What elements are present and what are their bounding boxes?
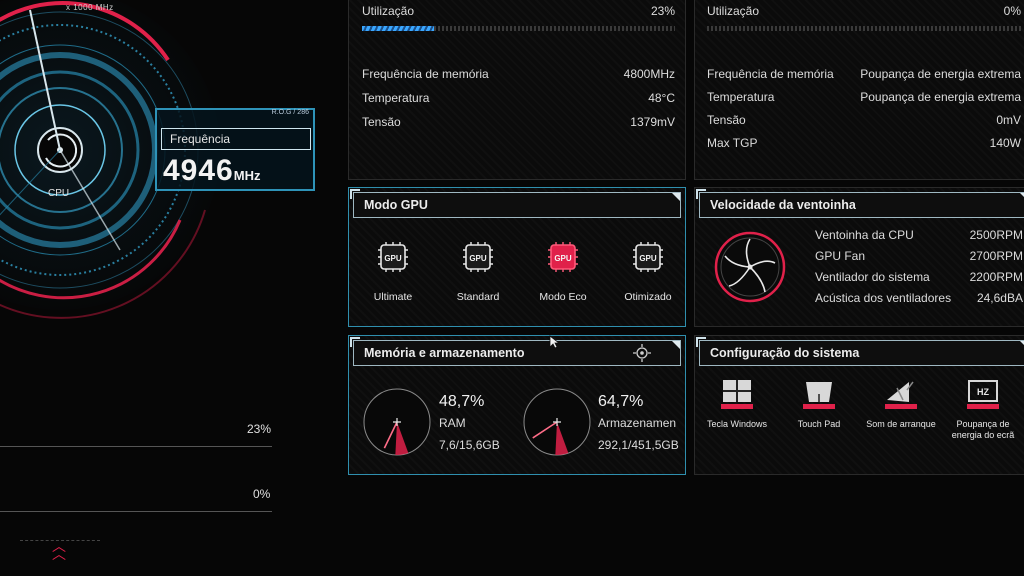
- mouse-cursor-icon: [549, 335, 559, 349]
- svg-text:GPU: GPU: [639, 254, 657, 263]
- svg-text:GPU: GPU: [384, 254, 402, 263]
- gpu-stat-label: Max TGP: [707, 136, 758, 150]
- config-panel-power-saver[interactable]: HZ Poupança de energia do ecrã: [945, 378, 1021, 441]
- gpu-stats-panel: Utilização 0% Frequência de memória Poupa…: [694, 0, 1024, 180]
- fan-speed-title: Velocidade da ventoinha: [696, 189, 1024, 218]
- windows-key-icon: [721, 380, 753, 409]
- fan-icon: [714, 231, 786, 303]
- frequency-value: 4946MHz: [163, 154, 261, 187]
- config-touchpad[interactable]: Touch Pad: [781, 378, 857, 430]
- panel-power-saver-icon: HZ: [967, 380, 999, 409]
- gpu-mode-panel: Modo GPU GPU Ultimate GPU Standard GPU Modo E…: [348, 187, 686, 327]
- svg-text:GPU: GPU: [554, 254, 572, 263]
- frequency-unit: MHz: [233, 168, 261, 183]
- storage-percent: 64,7%: [598, 393, 644, 410]
- cpu-stat-value: 4800MHz: [623, 67, 675, 81]
- memory-storage-title: Memória e armazenamento: [350, 337, 681, 366]
- svg-text:HZ: HZ: [977, 387, 989, 397]
- svg-text:GPU: GPU: [469, 254, 487, 263]
- gpu-mode-label: Ultimate: [373, 291, 413, 303]
- memory-storage-panel: Memória e armazenamento 48,7% RAM 7,6/15…: [348, 335, 686, 475]
- fan-stat-value: 24,6dBA: [976, 291, 1023, 305]
- touchpad-icon: [803, 382, 835, 409]
- gpu-mode-otimizado[interactable]: GPU Otimizado: [618, 240, 678, 303]
- usage-pct-top: 23%: [247, 422, 272, 436]
- gpu-stat-label: Tensão: [707, 113, 746, 127]
- system-config-title: Configuração do sistema: [696, 337, 1024, 366]
- gpu-mode-modo-eco[interactable]: GPU Modo Eco: [533, 240, 593, 303]
- cpu-stat-value: 48°C: [648, 91, 675, 105]
- gauge-graphic: [0, 0, 220, 319]
- config-label: Touch Pad: [797, 419, 841, 429]
- gauge-cpu-label: CPU: [48, 188, 70, 199]
- usage-line-bottom: [0, 511, 272, 512]
- rog-tag: R.O.G / 286: [271, 109, 309, 116]
- fan-stat-value: 2500RPM: [969, 228, 1023, 242]
- cpu-utilization-bar-fill: [362, 26, 434, 31]
- gpu-mode-standard[interactable]: GPU Standard: [448, 240, 508, 303]
- gpu-ultimate-icon: GPU: [378, 242, 408, 272]
- cpu-utilization-value: 23%: [650, 4, 675, 18]
- ram-detail: 7,6/15,6GB: [439, 438, 500, 452]
- gpu-stat-value: Poupança de energia extrema: [860, 67, 1021, 81]
- config-windows-key[interactable]: Tecla Windows: [699, 378, 775, 430]
- cpu-stat-label: Temperatura: [362, 91, 430, 105]
- fan-stat-value: 2700RPM: [969, 249, 1023, 263]
- gpu-mode-title: Modo GPU: [350, 189, 681, 218]
- gpu-mode-ultimate[interactable]: GPU Ultimate: [363, 240, 423, 303]
- ram-dial: [363, 388, 431, 456]
- cpu-stat-label: Frequência de memória: [362, 67, 489, 81]
- gpu-optimized-icon: GPU: [633, 242, 663, 272]
- config-label: Poupança de energia do ecrã: [951, 419, 1015, 440]
- gpu-stat-label: Frequência de memória: [707, 67, 834, 81]
- cpu-utilization-bar: [362, 26, 675, 31]
- cpu-stat-value: 1379mV: [630, 115, 675, 129]
- fan-stat-label: Acústica dos ventiladores: [815, 291, 952, 305]
- gpu-mode-label: Otimizado: [624, 291, 672, 303]
- fan-stat-label: Ventoinha da CPU: [815, 228, 914, 242]
- fan-stat-label: GPU Fan: [815, 249, 866, 263]
- config-boot-sound[interactable]: Som de arranque: [863, 378, 939, 430]
- ram-label: RAM: [439, 416, 466, 430]
- gpu-stat-value: 140W: [989, 136, 1021, 150]
- storage-detail: 292,1/451,5GB: [598, 438, 679, 452]
- collapse-chevron-icon[interactable]: ︿ ︿: [52, 539, 66, 561]
- fan-stat-value: 2200RPM: [969, 270, 1023, 284]
- gpu-eco-icon: GPU: [548, 242, 578, 272]
- cpu-stat-label: Tensão: [362, 115, 401, 129]
- frequency-readout: R.O.G / 286 Frequência 4946MHz: [155, 108, 315, 191]
- gpu-stat-value: 0mV: [996, 113, 1021, 127]
- move-crosshair-icon[interactable]: [633, 344, 651, 362]
- boot-sound-icon: [885, 381, 917, 409]
- system-config-panel: Configuração do sistema Tecla Windows Tou…: [694, 335, 1024, 475]
- fan-speed-panel: Velocidade da ventoinha Ventoinha da CPU…: [694, 187, 1024, 327]
- gpu-stat-value: Poupança de energia extrema: [860, 90, 1021, 104]
- gpu-stat-label: Temperatura: [707, 90, 775, 104]
- gpu-mode-label: Standard: [456, 291, 500, 303]
- usage-pct-bottom: 0%: [253, 487, 271, 501]
- gpu-standard-icon: GPU: [463, 242, 493, 272]
- config-label: Tecla Windows: [706, 419, 768, 429]
- gauge-scale-label: x 1000 MHz: [66, 3, 114, 12]
- cpu-stats-panel: Utilização 23% Frequência de memória 4800…: [348, 0, 686, 180]
- storage-dial: [523, 388, 591, 456]
- gpu-mode-label: Modo Eco: [539, 291, 587, 303]
- storage-label: Armazenamen: [598, 416, 677, 430]
- frequency-title: Frequência: [161, 128, 311, 150]
- ram-percent: 48,7%: [439, 393, 485, 410]
- usage-line-top: [0, 446, 272, 447]
- gpu-utilization-bar: [707, 26, 1021, 31]
- fan-stat-label: Ventilador do sistema: [815, 270, 930, 284]
- cpu-frequency-gauge: x 1000 MHz CPU R.O.G / 286 Frequência 49…: [0, 0, 340, 576]
- gpu-utilization-value: 0%: [1003, 4, 1021, 18]
- config-label: Som de arranque: [866, 419, 936, 429]
